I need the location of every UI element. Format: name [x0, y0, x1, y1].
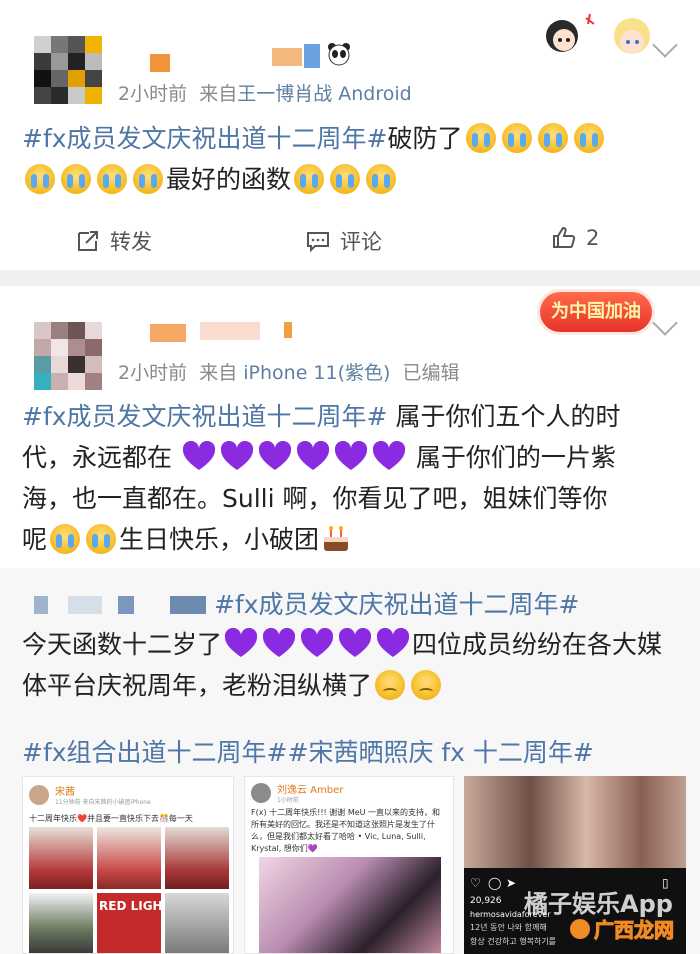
username-redacted[interactable] — [150, 324, 186, 342]
crying-emoji-icon — [501, 123, 532, 153]
purple-heart-icon — [225, 628, 258, 657]
crying-emoji-icon — [50, 524, 81, 554]
username-redacted — [68, 596, 102, 614]
thumbs-up-icon — [553, 226, 576, 248]
crying-emoji-icon — [25, 164, 55, 194]
thumb-meta: 11分钟前 来自宋茜的小破团iPhone — [55, 799, 151, 806]
avatar — [29, 785, 49, 805]
post-text: #fx成员发文庆祝出道十二周年#破防了 最好的函数 — [22, 118, 682, 200]
crying-emoji-icon — [61, 164, 91, 194]
hashtag-link[interactable]: #fx组合出道十二周年##宋茜晒照庆 fx 十二周年# — [22, 738, 594, 767]
post-source[interactable]: iPhone 11(紫色) — [243, 362, 390, 384]
cheer-badge: 为中国加油 — [540, 292, 652, 332]
photo — [97, 827, 161, 889]
like-count: 2 — [586, 226, 600, 250]
comment-label: 评论 — [340, 230, 382, 254]
username-redacted — [118, 596, 134, 614]
purple-heart-icon — [258, 441, 291, 470]
crying-emoji-icon — [97, 164, 127, 194]
post-source[interactable]: 王一博肖战 Android — [237, 83, 412, 105]
crying-emoji-icon — [366, 164, 397, 194]
crying-emoji-icon — [465, 123, 496, 153]
crying-emoji-icon — [330, 164, 361, 194]
logo-icon — [570, 918, 590, 939]
thumb-username: 宋茜 — [55, 787, 75, 798]
repost-body: 今天函数十二岁了 四位成员纷纷在各大媒 体平台庆祝周年，老粉泪纵横了 — [22, 624, 690, 706]
username-redacted — [272, 48, 302, 66]
purple-heart-icon — [372, 441, 405, 470]
poster-text: RED LIGHT — [99, 899, 171, 913]
comment-button[interactable]: 评论 — [306, 226, 382, 256]
watermark: 橘子娱乐App 广西龙网 — [524, 884, 696, 950]
username-redacted — [34, 596, 48, 614]
sad-emoji-icon — [411, 670, 442, 700]
thumb-caption: 十二周年快乐❤️并且要一直快乐下去🎊每一天 — [29, 814, 193, 823]
image-thumbnail-2[interactable]: 刘逸云 Amber 1小时前 F(x) 十二周年快乐!!! 谢谢 MeU 一直以… — [244, 776, 454, 954]
like-button[interactable]: 2 — [552, 226, 599, 250]
hashtag-link[interactable]: #fx成员发文庆祝出道十二周年# — [214, 590, 580, 619]
repost-label: 转发 — [110, 230, 152, 254]
repost-icon — [78, 231, 98, 251]
thumb-caption: F(x) 十二周年快乐!!! 谢谢 MeU 一直以来的支持，和所有美好的回忆。我… — [251, 808, 441, 853]
birthday-cake-icon — [324, 526, 349, 551]
purple-heart-icon — [220, 441, 253, 470]
purple-heart-icon — [339, 628, 372, 657]
edited-label[interactable]: 已编辑 — [403, 362, 460, 384]
avatar — [251, 783, 271, 803]
crying-emoji-icon — [294, 164, 325, 194]
post-card-1: 2小时前 来自王一博肖战 Android #fx成员发文庆祝出道十二周年#破防了… — [0, 0, 700, 270]
vip-icon — [304, 44, 320, 68]
repost-button[interactable]: 转发 — [76, 226, 152, 256]
purple-heart-icon — [296, 441, 329, 470]
purple-heart-icon — [377, 628, 410, 657]
sad-emoji-icon — [375, 670, 406, 700]
post-text: #fx成员发文庆祝出道十二周年# 属于你们五个人的时 代，永远都在 属于你们的一… — [22, 402, 621, 554]
like-count: 20,926 — [470, 896, 502, 906]
image-thumbnail-1[interactable]: 宋茜 11分钟前 来自宋茜的小破团iPhone 十二周年快乐❤️并且要一直快乐下… — [22, 776, 234, 954]
vip-icon — [284, 322, 292, 338]
photo — [464, 776, 686, 868]
comment-icon — [307, 232, 329, 253]
crying-emoji-icon — [86, 524, 117, 554]
crying-emoji-icon — [133, 164, 163, 194]
post-meta: 2小时前 来自王一博肖战 Android — [118, 83, 412, 105]
anime-decoration-icon — [540, 10, 660, 58]
chevron-down-icon[interactable] — [652, 310, 678, 336]
avatar[interactable] — [34, 36, 102, 104]
comment-icon[interactable]: ◯ — [488, 876, 501, 890]
photo — [259, 857, 441, 953]
hashtag-link[interactable]: #fx成员发文庆祝出道十二周年# — [22, 402, 388, 431]
crying-emoji-icon — [537, 123, 568, 153]
hashtag-link[interactable]: #fx成员发文庆祝出道十二周年# — [22, 124, 388, 153]
username-redacted — [170, 596, 206, 614]
thumb-meta: 1小时前 — [277, 797, 299, 804]
repost-tags: #fx组合出道十二周年##宋茜晒照庆 fx 十二周年# — [22, 732, 594, 773]
thumb-username: 刘逸云 Amber — [277, 785, 344, 796]
username-redacted[interactable] — [150, 54, 170, 72]
watermark-site: 广西龙网 — [570, 914, 675, 943]
send-icon[interactable]: ➤ — [506, 876, 516, 890]
photo: RED LIGHT — [97, 893, 171, 953]
purple-heart-icon — [301, 628, 334, 657]
heart-icon[interactable]: ♡ — [470, 876, 481, 890]
photo — [165, 893, 229, 953]
username-redacted — [200, 322, 260, 340]
photo — [29, 893, 93, 953]
purple-heart-icon — [334, 441, 367, 470]
photo — [165, 827, 229, 889]
repost-text: #fx成员发文庆祝出道十二周年# — [214, 584, 580, 625]
panda-icon — [326, 42, 352, 66]
post-meta: 2小时前 来自 iPhone 11(紫色) 已编辑 — [118, 362, 460, 384]
avatar[interactable] — [34, 322, 102, 390]
photo — [29, 827, 93, 889]
purple-heart-icon — [263, 628, 296, 657]
purple-heart-icon — [182, 441, 215, 470]
crying-emoji-icon — [573, 123, 604, 153]
